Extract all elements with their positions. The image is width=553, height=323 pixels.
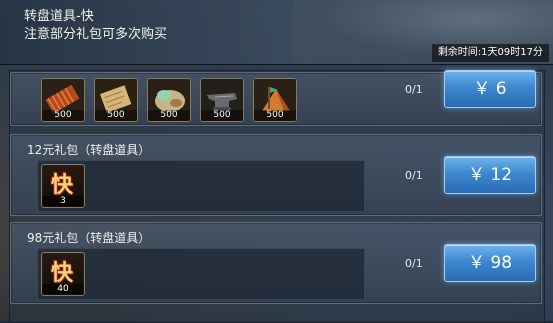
item-qty: 500 <box>42 110 84 121</box>
item-qty: 40 <box>42 284 84 295</box>
anvil-icon[interactable]: 500 <box>200 78 244 122</box>
purchase-count: 0/1 <box>405 257 423 270</box>
purchase-count: 0/1 <box>405 83 423 96</box>
header-banner: 转盘道具-快 注意部分礼包可多次购买 剩余时间:1天09时17分 <box>0 0 553 65</box>
buy-12-button[interactable]: ￥ 12 <box>444 156 536 194</box>
pack-card-12: 12元礼包（转盘道具） 快 3 0/1 ￥ 12 <box>10 134 542 216</box>
item-qty: 500 <box>148 110 190 121</box>
item-qty: 500 <box>95 110 137 121</box>
pack-title: 98元礼包（转盘道具） <box>27 231 151 245</box>
bamboo-slips-icon[interactable]: 500 <box>41 78 85 122</box>
pack-card-98: 98元礼包（转盘道具） 快 40 0/1 ￥ 98 <box>10 222 542 304</box>
treasure-sack-icon[interactable]: 500 <box>147 78 191 122</box>
item-qty: 500 <box>201 110 243 121</box>
pack-title: 12元礼包（转盘道具） <box>27 143 151 157</box>
header-title: 转盘道具-快 <box>24 9 94 24</box>
purchase-count: 0/1 <box>405 169 423 182</box>
kuai-token-icon[interactable]: 快 3 <box>41 164 85 208</box>
item-strip <box>37 248 365 300</box>
pack-card-6: 500 500 500 500 500 0/1 ￥ 6 <box>10 70 542 126</box>
header-subtitle: 注意部分礼包可多次购买 <box>24 27 168 42</box>
scroll-icon[interactable]: 500 <box>94 78 138 122</box>
banner-tent-icon[interactable]: 500 <box>253 78 297 122</box>
countdown-timer: 剩余时间:1天09时17分 <box>431 44 549 62</box>
buy-6-button[interactable]: ￥ 6 <box>444 70 536 108</box>
kuai-glyph: 快 <box>50 261 73 286</box>
kuai-token-icon[interactable]: 快 40 <box>41 252 85 296</box>
buy-98-button[interactable]: ￥ 98 <box>444 244 536 282</box>
item-qty: 3 <box>42 196 84 207</box>
kuai-glyph: 快 <box>50 173 73 198</box>
item-qty: 500 <box>254 110 296 121</box>
item-strip <box>37 160 365 212</box>
